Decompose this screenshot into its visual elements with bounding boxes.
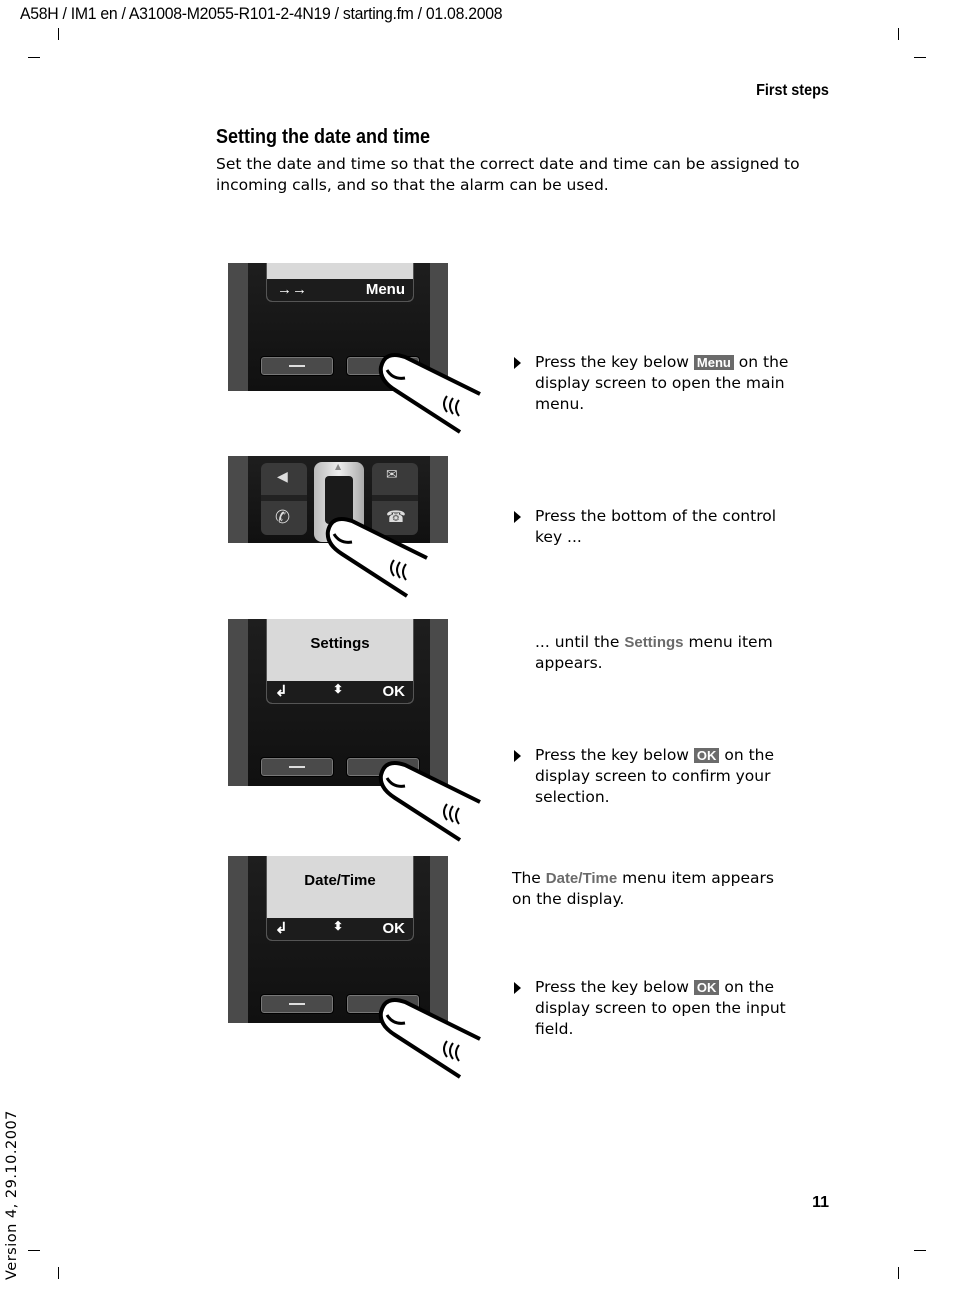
bullet-icon: [514, 357, 521, 369]
right-softkey: [346, 994, 420, 1014]
bullet-icon: [514, 750, 521, 762]
step-4: Press the key below OK on the display sc…: [514, 745, 795, 808]
ok-key-label: OK: [693, 980, 720, 995]
message-end-key: ✉ ☎: [372, 463, 418, 535]
crop-mark: [58, 1267, 59, 1279]
step-2: Press the bottom of the control key ...: [514, 506, 795, 548]
left-softkey: [260, 356, 334, 376]
phone-figure-settings: Settings ↲ ⬍ OK: [228, 619, 448, 786]
display-screen: Date/Time ↲ ⬍ OK: [266, 856, 414, 941]
back-icon: ↲: [275, 920, 288, 937]
control-key: ▲: [314, 462, 364, 542]
phone-figure-menu: →→ Menu: [228, 263, 448, 391]
menu-item-datetime: Date/Time: [304, 872, 376, 889]
phone-figure-keypad: ◀ ✆ ▲ ✉ ☎: [228, 456, 448, 543]
up-arrow-icon: ▲: [335, 462, 342, 471]
up-down-icon: ⬍: [333, 919, 344, 933]
end-call-icon: ☎: [386, 507, 406, 526]
crop-mark: [898, 28, 899, 40]
intro-text: Set the date and time so that the correc…: [216, 155, 800, 194]
speaker-talk-key: ◀ ✆: [261, 463, 307, 535]
ok-softkey-label: OK: [382, 683, 406, 700]
menu-softkey-label: Menu: [365, 281, 405, 298]
ok-key-label: OK: [693, 748, 720, 763]
step-5: The Date/Time menu item appears on the d…: [512, 869, 774, 908]
display-screen: →→ Menu: [266, 263, 414, 302]
up-down-icon: ⬍: [333, 682, 344, 696]
document-header: A58H / IM1 en / A31008-M2055-R101-2-4N19…: [20, 4, 503, 23]
display-screen: Settings ↲ ⬍ OK: [266, 619, 414, 704]
step-3: ... until the Settings menu item appears…: [535, 633, 773, 672]
envelope-icon: ✉: [386, 467, 398, 483]
datetime-highlight: Date/Time: [545, 870, 618, 887]
crop-mark: [914, 57, 926, 58]
right-softkey: [346, 356, 420, 376]
speaker-icon: ◀: [277, 469, 288, 485]
arrows-icon: →→: [277, 281, 307, 298]
step-6: Press the key below OK on the display sc…: [514, 977, 795, 1040]
right-softkey: [346, 757, 420, 777]
left-softkey: [260, 994, 334, 1014]
section-header: First steps: [756, 82, 829, 99]
phone-figure-datetime: Date/Time ↲ ⬍ OK: [228, 856, 448, 1023]
step-1: Press the key below Menu on the display …: [514, 352, 795, 415]
page-number: 11: [812, 1194, 829, 1211]
crop-mark: [914, 1250, 926, 1251]
version-label: Version 4, 29.10.2007: [4, 1110, 20, 1280]
left-softkey: [260, 757, 334, 777]
menu-key-label: Menu: [693, 355, 734, 370]
page-title: Setting the date and time: [216, 126, 431, 148]
crop-mark: [58, 28, 59, 40]
settings-highlight: Settings: [624, 634, 684, 651]
ok-softkey-label: OK: [382, 920, 406, 937]
crop-mark: [28, 57, 40, 58]
phone-icon: ✆: [275, 507, 291, 528]
bullet-icon: [514, 511, 521, 523]
crop-mark: [28, 1250, 40, 1251]
crop-mark: [898, 1267, 899, 1279]
back-icon: ↲: [275, 683, 288, 700]
bullet-icon: [514, 982, 521, 994]
menu-item-settings: Settings: [310, 635, 370, 652]
